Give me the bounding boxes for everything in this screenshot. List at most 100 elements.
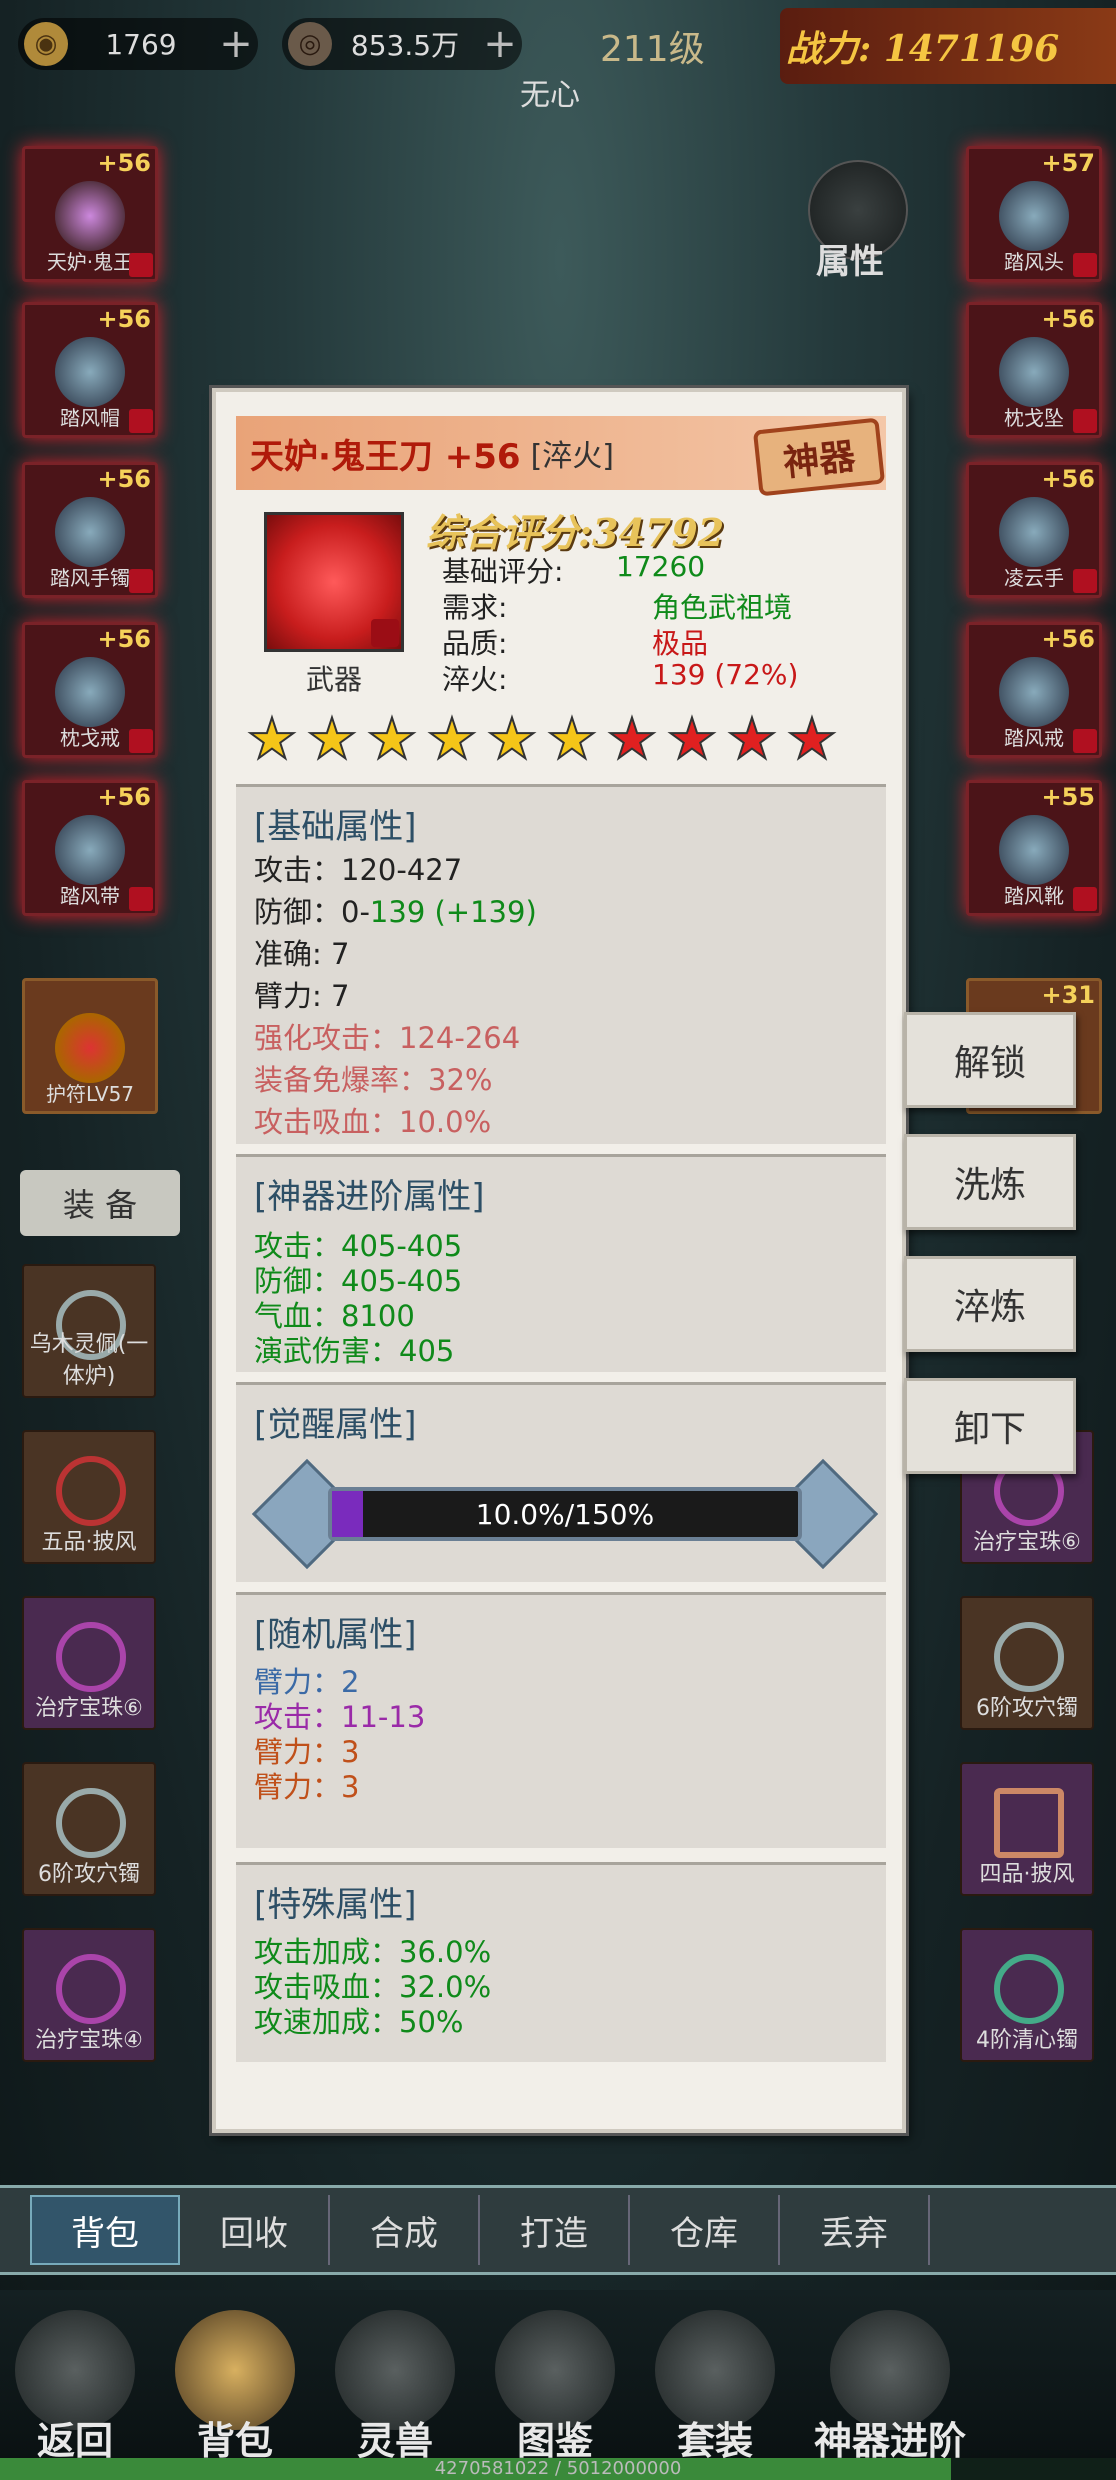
unequip-button[interactable]: 卸下: [904, 1378, 1076, 1474]
tab-equipment[interactable]: 装 备: [20, 1170, 180, 1236]
attr-line: 准确: 7: [254, 937, 350, 971]
boots-icon: [999, 815, 1069, 885]
lock-icon: [1073, 409, 1097, 433]
bag-item[interactable]: 6阶攻穴镯: [22, 1762, 156, 1896]
nav-bag[interactable]: 背包: [160, 2310, 310, 2463]
tab-discard[interactable]: 丢弃: [780, 2195, 930, 2265]
add-ingot-button[interactable]: +: [214, 21, 258, 67]
attr-line: 装备免爆率：32%: [254, 1063, 493, 1097]
lock-icon: [1073, 887, 1097, 911]
nav-label: 返回: [36, 2418, 113, 2463]
item-name: 6阶攻穴镯: [976, 1696, 1078, 1721]
ingot-value: 1769: [105, 27, 177, 61]
equip-slot-helmet[interactable]: +56 踏风帽: [22, 302, 158, 438]
amulet-icon: [55, 1013, 125, 1083]
awakening-bar: 10.0%/150%: [328, 1487, 802, 1541]
attr-line: 演武伤害：405: [254, 1334, 455, 1368]
bag-item[interactable]: 五品·披风: [22, 1430, 156, 1564]
pendant-icon: [999, 337, 1069, 407]
item-name: 天妒·鬼王刀 +56: [250, 436, 521, 477]
red-star-icon: ★: [786, 707, 838, 772]
tab-combine[interactable]: 合成: [330, 2195, 480, 2265]
base-score-row: 基础评分: 17260: [442, 550, 705, 590]
equip-slot-ring[interactable]: +56 枕戈戒: [22, 622, 158, 758]
info-value: 角色武祖境: [652, 591, 793, 624]
bag-item[interactable]: 四品·披风: [960, 1762, 1094, 1896]
item-name: 治疗宝珠④: [35, 2028, 143, 2053]
equip-slot-glove[interactable]: +56 凌云手: [966, 462, 1102, 598]
info-key: 需求:: [442, 591, 508, 624]
attr-line: 臂力: 7: [254, 979, 350, 1013]
slot-level: +31: [1041, 981, 1095, 1009]
gold-star-icon: ★: [486, 707, 538, 772]
bag-item[interactable]: 治疗宝珠④: [22, 1928, 156, 2062]
item-name: 4阶清心镯: [976, 2028, 1078, 2053]
equip-slot-weapon[interactable]: +56 天妒·鬼王: [22, 146, 158, 282]
weapon-icon: [264, 512, 404, 652]
lock-icon: [129, 729, 153, 753]
bag-item[interactable]: 6阶攻穴镯: [960, 1596, 1094, 1730]
equip-slot-pendant[interactable]: +56 枕戈坠: [966, 302, 1102, 438]
item-name: 五品·披风: [41, 1530, 137, 1555]
refine-button[interactable]: 洗炼: [904, 1134, 1076, 1230]
equip-slot-ring-2[interactable]: +56 踏风戒: [966, 622, 1102, 758]
lock-icon: [129, 253, 153, 277]
experience-bar: 4270581022 / 5012000000: [0, 2458, 1116, 2480]
bag-item[interactable]: 4阶清心镯: [960, 1928, 1094, 2062]
info-value: 极品: [652, 627, 709, 660]
unlock-button[interactable]: 解锁: [904, 1012, 1076, 1108]
attr-line-label: 防御：0-: [254, 895, 370, 929]
tab-warehouse[interactable]: 仓库: [630, 2195, 780, 2265]
add-coin-button[interactable]: +: [478, 21, 522, 67]
slot-level: +56: [97, 305, 151, 333]
temper-button[interactable]: 淬炼: [904, 1256, 1076, 1352]
coin-counter: ◎ 853.5万 +: [282, 18, 522, 70]
artifact-badge: 神器: [752, 417, 886, 497]
ring-icon: [999, 657, 1069, 727]
bag-item[interactable]: 乌木灵佩(一体炉): [22, 1264, 156, 1398]
nav-artifact-advance[interactable]: 神器进阶: [800, 2310, 980, 2463]
awakening-text: 10.0%/150%: [475, 1497, 655, 1531]
lock-icon: [1073, 729, 1097, 753]
info-key: 基础评分:: [442, 555, 564, 588]
character-name: 无心: [520, 78, 580, 113]
nav-pet[interactable]: 灵兽: [320, 2310, 470, 2463]
awakening-progress: 10.0%/150%: [251, 1458, 879, 1570]
requirement-row: 需求: 角色武祖境: [442, 586, 792, 626]
bottom-nav: 返回 背包 灵兽 图鉴 套装 神器进阶: [0, 2290, 1116, 2463]
item-icon: [56, 1456, 126, 1526]
coin-value: 853.5万: [350, 29, 460, 62]
gold-star-icon: ★: [426, 707, 478, 772]
slot-name: 护符LV57: [45, 1082, 135, 1106]
equip-slot-boots[interactable]: +55 踏风靴: [966, 780, 1102, 916]
equip-slot-bracer[interactable]: +56 踏风手镯: [22, 462, 158, 598]
lock-icon: [129, 569, 153, 593]
nav-back[interactable]: 返回: [0, 2310, 150, 2463]
ring-icon: [55, 657, 125, 727]
head-icon: [999, 181, 1069, 251]
tab-recycle[interactable]: 回收: [180, 2195, 330, 2265]
red-star-icon: ★: [606, 707, 658, 772]
lock-icon: [129, 409, 153, 433]
tab-bag[interactable]: 背包: [30, 2195, 180, 2265]
nav-set[interactable]: 套装: [640, 2310, 790, 2463]
quality-row: 品质: 极品: [442, 622, 708, 662]
red-star-icon: ★: [726, 707, 778, 772]
item-icon: [994, 1788, 1064, 1858]
bag-item[interactable]: 治疗宝珠⑥: [22, 1596, 156, 1730]
tab-forge[interactable]: 打造: [480, 2195, 630, 2265]
nav-codex[interactable]: 图鉴: [480, 2310, 630, 2463]
special-attributes-section: [特殊属性] 攻击加成：36.0% 攻击吸血：32.0% 攻速加成：50%: [236, 1862, 886, 2062]
attribute-label: 属性: [816, 242, 884, 282]
attr-line: 攻击吸血：10.0%: [254, 1105, 492, 1139]
weapon-icon: [55, 181, 125, 251]
lock-icon: [129, 887, 153, 911]
equip-slot-belt[interactable]: +56 踏风带: [22, 780, 158, 916]
glove-icon: [999, 497, 1069, 567]
slot-level: +57: [1041, 149, 1095, 177]
item-icon: [56, 1954, 126, 2024]
equip-slot-head[interactable]: +57 踏风头: [966, 146, 1102, 282]
lock-icon: [1073, 253, 1097, 277]
equip-slot-amulet[interactable]: 护符LV57: [22, 978, 158, 1114]
combat-power: 战力: 1471196: [780, 8, 1116, 84]
